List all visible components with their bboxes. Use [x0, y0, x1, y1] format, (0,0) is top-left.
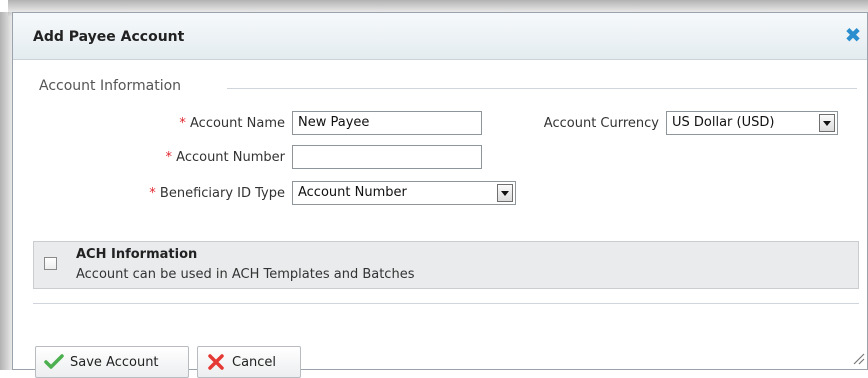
x-icon	[208, 354, 224, 370]
account-number-label: * Account Number	[113, 150, 285, 165]
ach-information-panel: ACH Information Account can be used in A…	[33, 241, 859, 289]
account-information-legend: Account Information	[39, 78, 182, 94]
close-icon[interactable]: ✖	[843, 25, 863, 45]
beneficiary-id-type-value: Account Number	[298, 185, 407, 200]
account-name-input[interactable]: New Payee	[292, 111, 482, 135]
beneficiary-id-type-label: * Beneficiary ID Type	[73, 186, 285, 201]
footer-divider	[33, 303, 859, 304]
required-marker: *	[179, 116, 186, 131]
ach-checkbox[interactable]	[44, 257, 57, 270]
dialog-title: Add Payee Account	[33, 29, 185, 45]
ach-subtitle: Account can be used in ACH Templates and…	[76, 267, 415, 282]
add-payee-dialog: Add Payee Account ✖ Account Information …	[12, 12, 868, 378]
chevron-down-icon[interactable]	[497, 184, 513, 202]
account-currency-label: Account Currency	[543, 116, 659, 131]
checkmark-icon	[44, 354, 64, 369]
account-currency-select[interactable]: US Dollar (USD)	[666, 111, 838, 135]
save-account-button[interactable]: Save Account	[35, 346, 189, 378]
chevron-down-icon[interactable]	[819, 114, 835, 132]
beneficiary-id-type-select[interactable]: Account Number	[292, 181, 516, 205]
save-account-label: Save Account	[70, 355, 159, 370]
account-number-input[interactable]	[292, 145, 482, 169]
ach-title: ACH Information	[76, 247, 198, 262]
account-number-label-text: Account Number	[176, 150, 285, 165]
beneficiary-id-type-label-text: Beneficiary ID Type	[159, 186, 285, 201]
dialog-titlebar: Add Payee Account ✖	[13, 13, 867, 60]
cancel-label: Cancel	[232, 355, 277, 370]
account-currency-value: US Dollar (USD)	[672, 115, 775, 130]
resize-grip-icon[interactable]	[851, 351, 865, 365]
account-name-label: * Account Name	[113, 116, 285, 131]
required-marker: *	[165, 150, 173, 165]
account-name-label-text: Account Name	[190, 116, 285, 131]
cancel-button[interactable]: Cancel	[197, 346, 301, 378]
required-marker: *	[149, 186, 156, 201]
legend-divider	[227, 88, 857, 89]
